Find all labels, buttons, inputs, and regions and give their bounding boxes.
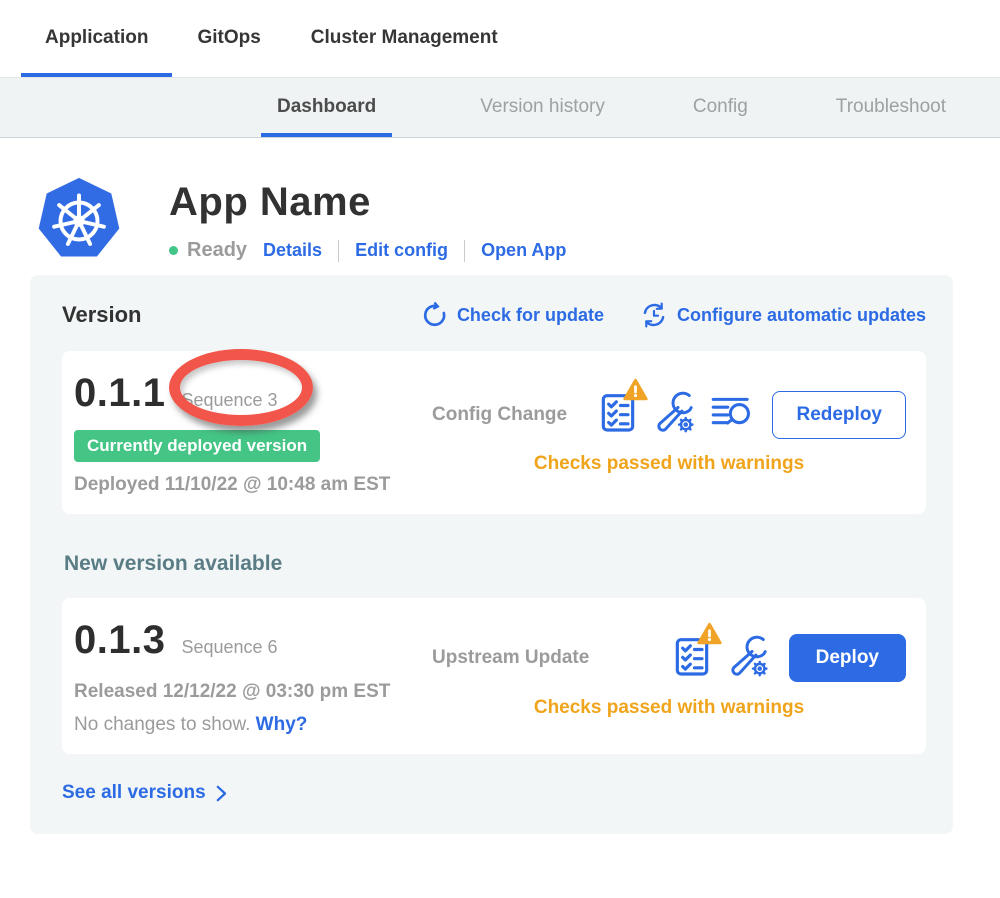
deploy-button[interactable]: Deploy [789,634,906,682]
chevron-right-icon [216,785,227,802]
app-title-block: App Name Ready Details Edit config Open … [169,174,566,268]
check-for-update-button[interactable]: Check for update [421,302,604,329]
status-dot-icon [169,246,178,255]
current-version-info: 0.1.1 Sequence 3 Currently deployed vers… [74,369,432,496]
top-tab-application[interactable]: Application [21,0,172,77]
kubernetes-logo-icon [35,174,123,268]
redeploy-button[interactable]: Redeploy [772,391,906,439]
app-page: Application GitOps Cluster Management Da… [0,0,1000,898]
why-link[interactable]: Why? [256,714,308,735]
app-status: Ready [169,239,247,262]
new-version-number: 0.1.3 [74,618,165,663]
current-source-label: Config Change [432,404,567,426]
new-checks-status: Checks passed with warnings [432,697,906,719]
warning-triangle-icon [623,378,648,401]
divider [338,240,339,262]
details-link[interactable]: Details [263,240,322,261]
new-version-icons [672,634,769,683]
refresh-icon [421,302,448,329]
divider [464,240,465,262]
deployed-timestamp: Deployed 11/10/22 @ 10:48 am EST [74,474,432,496]
current-version-card: 0.1.1 Sequence 3 Currently deployed vers… [62,351,926,514]
top-tab-cluster-management[interactable]: Cluster Management [311,0,498,77]
preflight-checks-icon[interactable] [672,634,712,683]
current-version-sequence: Sequence 3 [181,390,277,411]
current-checks-status: Checks passed with warnings [432,453,906,475]
auto-update-clock-icon [640,301,668,329]
sub-nav: Dashboard Version history Config Trouble… [0,78,1000,138]
deployed-badge: Currently deployed version [74,430,320,462]
sub-tab-dashboard[interactable]: Dashboard [261,78,392,137]
new-version-card: 0.1.3 Sequence 6 Released 12/12/22 @ 03:… [62,598,926,754]
warning-triangle-icon [697,622,722,645]
sub-tab-version-history[interactable]: Version history [480,78,605,137]
new-source-label: Upstream Update [432,647,589,669]
new-version-actions: Upstream Update [432,616,906,736]
version-actions: Check for update Configure automatic upd… [421,301,926,329]
wrench-config-icon[interactable] [653,390,695,439]
status-label: Ready [187,239,247,262]
version-panel: Version Check for update [30,275,953,834]
current-version-number: 0.1.1 [74,371,165,416]
top-nav: Application GitOps Cluster Management [0,0,1000,78]
app-header: App Name Ready Details Edit config Open … [0,138,1000,268]
version-heading: Version [62,302,141,328]
open-app-link[interactable]: Open App [481,240,566,261]
sub-tab-config[interactable]: Config [693,78,748,137]
preflight-checks-icon[interactable] [598,390,638,439]
see-all-versions-label: See all versions [62,782,206,804]
sub-tab-troubleshoot[interactable]: Troubleshoot [836,78,946,137]
no-changes-text: No changes to show. Why? [74,714,432,736]
current-version-icons [598,390,752,439]
page-title: App Name [169,180,566,225]
no-changes-label: No changes to show. [74,714,250,735]
released-timestamp: Released 12/12/22 @ 03:30 pm EST [74,681,432,703]
current-version-actions: Config Change [432,369,906,496]
configure-automatic-updates-label: Configure automatic updates [677,305,926,326]
new-version-sequence: Sequence 6 [181,637,277,658]
view-diff-icon[interactable] [710,394,752,435]
configure-automatic-updates-button[interactable]: Configure automatic updates [640,301,926,329]
edit-config-link[interactable]: Edit config [355,240,448,261]
new-version-info: 0.1.3 Sequence 6 Released 12/12/22 @ 03:… [74,616,432,736]
wrench-config-icon[interactable] [727,634,769,683]
app-meta-row: Ready Details Edit config Open App [169,239,566,262]
version-panel-header: Version Check for update [62,301,926,329]
see-all-versions-link[interactable]: See all versions [62,782,926,804]
new-version-heading: New version available [64,552,926,576]
top-tab-gitops[interactable]: GitOps [197,0,260,77]
check-for-update-label: Check for update [457,305,604,326]
